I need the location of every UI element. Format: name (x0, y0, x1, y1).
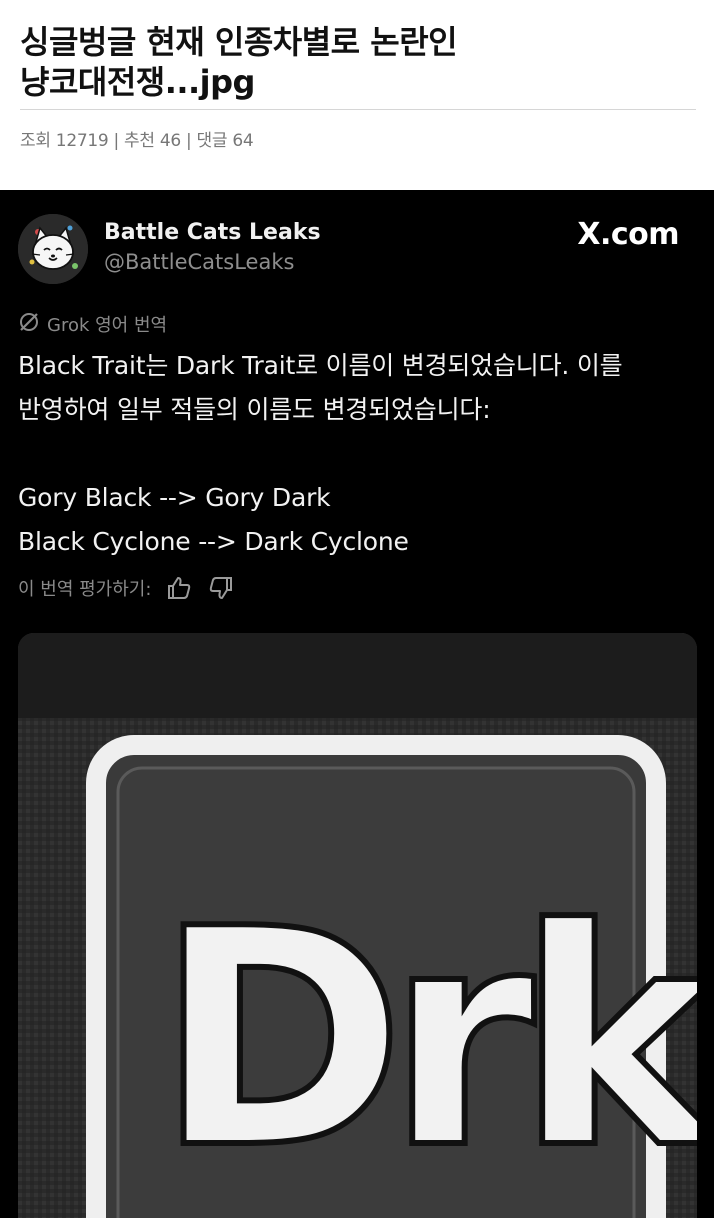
user-handle[interactable]: @BattleCatsLeaks (104, 250, 294, 274)
thumbs-up-icon[interactable] (165, 574, 193, 602)
recommend-label: 추천 (124, 131, 155, 151)
post-title: 싱글벙글 현재 인종차별로 논란인 냥코대전쟁...jpg (20, 22, 690, 102)
rate-translation: 이 번역 평가하기: (18, 572, 235, 604)
tweet-screenshot: Battle Cats Leaks @BattleCatsLeaks X.com… (0, 190, 714, 1218)
comments-label: 댓글 (196, 131, 228, 151)
post-title-line-2: 냥코대전쟁...jpg (20, 63, 255, 101)
post-meta: 조회 12719 | 추천 46 | 댓글 64 (20, 126, 254, 151)
dark-trait-icon-image: Drk (18, 633, 697, 1218)
recommend-count: 46 (159, 131, 181, 151)
meta-separator: | (113, 131, 120, 151)
tweet-media-image[interactable]: Drk (18, 633, 697, 1218)
post-header: 싱글벙글 현재 인종차별로 논란인 냥코대전쟁...jpg 조회 12719 |… (0, 0, 714, 190)
tweet-text-line: Black Cyclone --> Dark Cyclone (18, 527, 409, 556)
media-text-drk: Drk (156, 865, 697, 1214)
tweet-text-line: Black Trait는 Dark Trait로 이름이 변경되었습니다. 이를 (18, 351, 623, 380)
cat-avatar-icon (18, 214, 88, 284)
grok-icon (18, 311, 40, 338)
thumbs-down-icon[interactable] (207, 574, 235, 602)
views-count: 12719 (55, 131, 109, 151)
comments-count: 64 (232, 131, 254, 151)
display-name[interactable]: Battle Cats Leaks (104, 220, 321, 245)
cat-avatar[interactable] (18, 214, 88, 284)
translation-source: Grok 영어 번역 (18, 311, 167, 337)
rate-label: 이 번역 평가하기: (18, 579, 152, 600)
title-divider (20, 109, 696, 110)
tweet-text-line: 반영하여 일부 적들의 이름도 변경되었습니다: (18, 395, 491, 424)
tweet-text-line: Gory Black --> Gory Dark (18, 483, 331, 512)
post-title-line-1: 싱글벙글 현재 인종차별로 논란인 (20, 23, 458, 61)
views-label: 조회 (20, 131, 51, 151)
x-com-logo: X.com (577, 217, 679, 252)
meta-separator: | (186, 131, 192, 151)
tweet-body: Black Trait는 Dark Trait로 이름이 변경되었습니다. 이를… (18, 344, 688, 564)
translation-label: Grok 영어 번역 (47, 315, 168, 336)
